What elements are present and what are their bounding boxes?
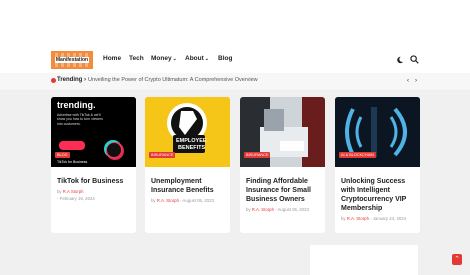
meta-by: by — [341, 216, 346, 221]
trending-label: Trending › — [57, 77, 86, 83]
nav-about[interactable]: About⌄ — [185, 55, 209, 62]
meta-by: by — [57, 189, 62, 194]
nav-tech[interactable]: Tech — [129, 55, 144, 62]
post-card[interactable]: trending. Advertise with TikTok & we'll … — [51, 97, 136, 233]
next-arrow-icon[interactable]: › — [412, 77, 420, 85]
dark-mode-icon[interactable] — [396, 56, 404, 64]
meta-by: by — [246, 207, 251, 212]
post-date: - January 24, 2024 — [370, 216, 407, 221]
post-card[interactable]: INSURANCE Finding Affordable Insurance f… — [240, 97, 325, 233]
post-title[interactable]: Unemployment Insurance Benefits — [151, 177, 227, 195]
post-date: - February 19, 2024 — [57, 196, 95, 201]
nav-money-label: Money — [151, 55, 172, 62]
meta-by: by — [151, 198, 156, 203]
trending-icon — [51, 78, 56, 83]
category-badge[interactable]: AI & BLOCKCHAIN — [339, 152, 376, 158]
top-blank-area — [0, 0, 470, 47]
search-icon[interactable] — [410, 55, 419, 64]
nav-money[interactable]: Money⌄ — [151, 55, 177, 62]
nav-home[interactable]: Home — [103, 55, 121, 62]
post-meta: by R.A Storph — [57, 189, 84, 194]
post-meta: by R.A. Storph - August 05, 2023 — [246, 207, 309, 212]
author-link[interactable]: R.A. Storph — [252, 207, 274, 212]
nav-blog[interactable]: Blog — [218, 55, 232, 62]
post-meta: by R.A. Storph - January 24, 2024 — [341, 216, 406, 221]
site-logo[interactable]: Manifestation — [51, 51, 93, 69]
author-link[interactable]: R.A. Storph — [157, 198, 179, 203]
ad-slot — [310, 245, 418, 275]
nav-about-label: About — [185, 55, 204, 62]
post-card[interactable]: AI & BLOCKCHAIN Unlocking Success with I… — [335, 97, 420, 233]
category-badge[interactable]: INSURANCE — [244, 152, 271, 158]
post-card[interactable]: EMPLOYEE BENEFITS INSURANCE Unemployment… — [145, 97, 230, 233]
post-title[interactable]: Unlocking Success with Intelligent Crypt… — [341, 177, 417, 213]
image-headline: trending. — [57, 100, 96, 110]
image-tag: TikTok for Business — [57, 160, 88, 164]
chevron-up-icon: ⌃ — [454, 256, 460, 263]
post-meta: by R.A. Storph - August 05, 2023 — [151, 198, 214, 203]
post-date: - August 05, 2023 — [275, 207, 309, 212]
scroll-to-top-button[interactable]: ⌃ — [452, 254, 462, 265]
logo-text: Manifestation — [54, 57, 90, 63]
image-subtext: Advertise with TikTok & we'll show you h… — [57, 113, 103, 126]
post-title[interactable]: TikTok for Business — [57, 177, 133, 186]
author-link[interactable]: R.A Storph — [63, 189, 84, 194]
author-link[interactable]: R.A. Storph — [347, 216, 369, 221]
prev-arrow-icon[interactable]: ‹ — [404, 77, 412, 85]
chevron-down-icon: ⌄ — [172, 56, 177, 62]
post-date: - August 05, 2023 — [180, 198, 214, 203]
trending-headline-link[interactable]: Unveiling the Power of Crypto Ultimatum:… — [88, 77, 258, 83]
post-title[interactable]: Finding Affordable Insurance for Small B… — [246, 177, 322, 204]
image-text-2: BENEFITS — [178, 145, 206, 151]
category-badge[interactable]: BLOG — [55, 152, 70, 158]
image-text-1: EMPLOYEE — [176, 138, 207, 144]
chevron-down-icon: ⌄ — [204, 56, 209, 62]
category-badge[interactable]: INSURANCE — [149, 152, 176, 158]
